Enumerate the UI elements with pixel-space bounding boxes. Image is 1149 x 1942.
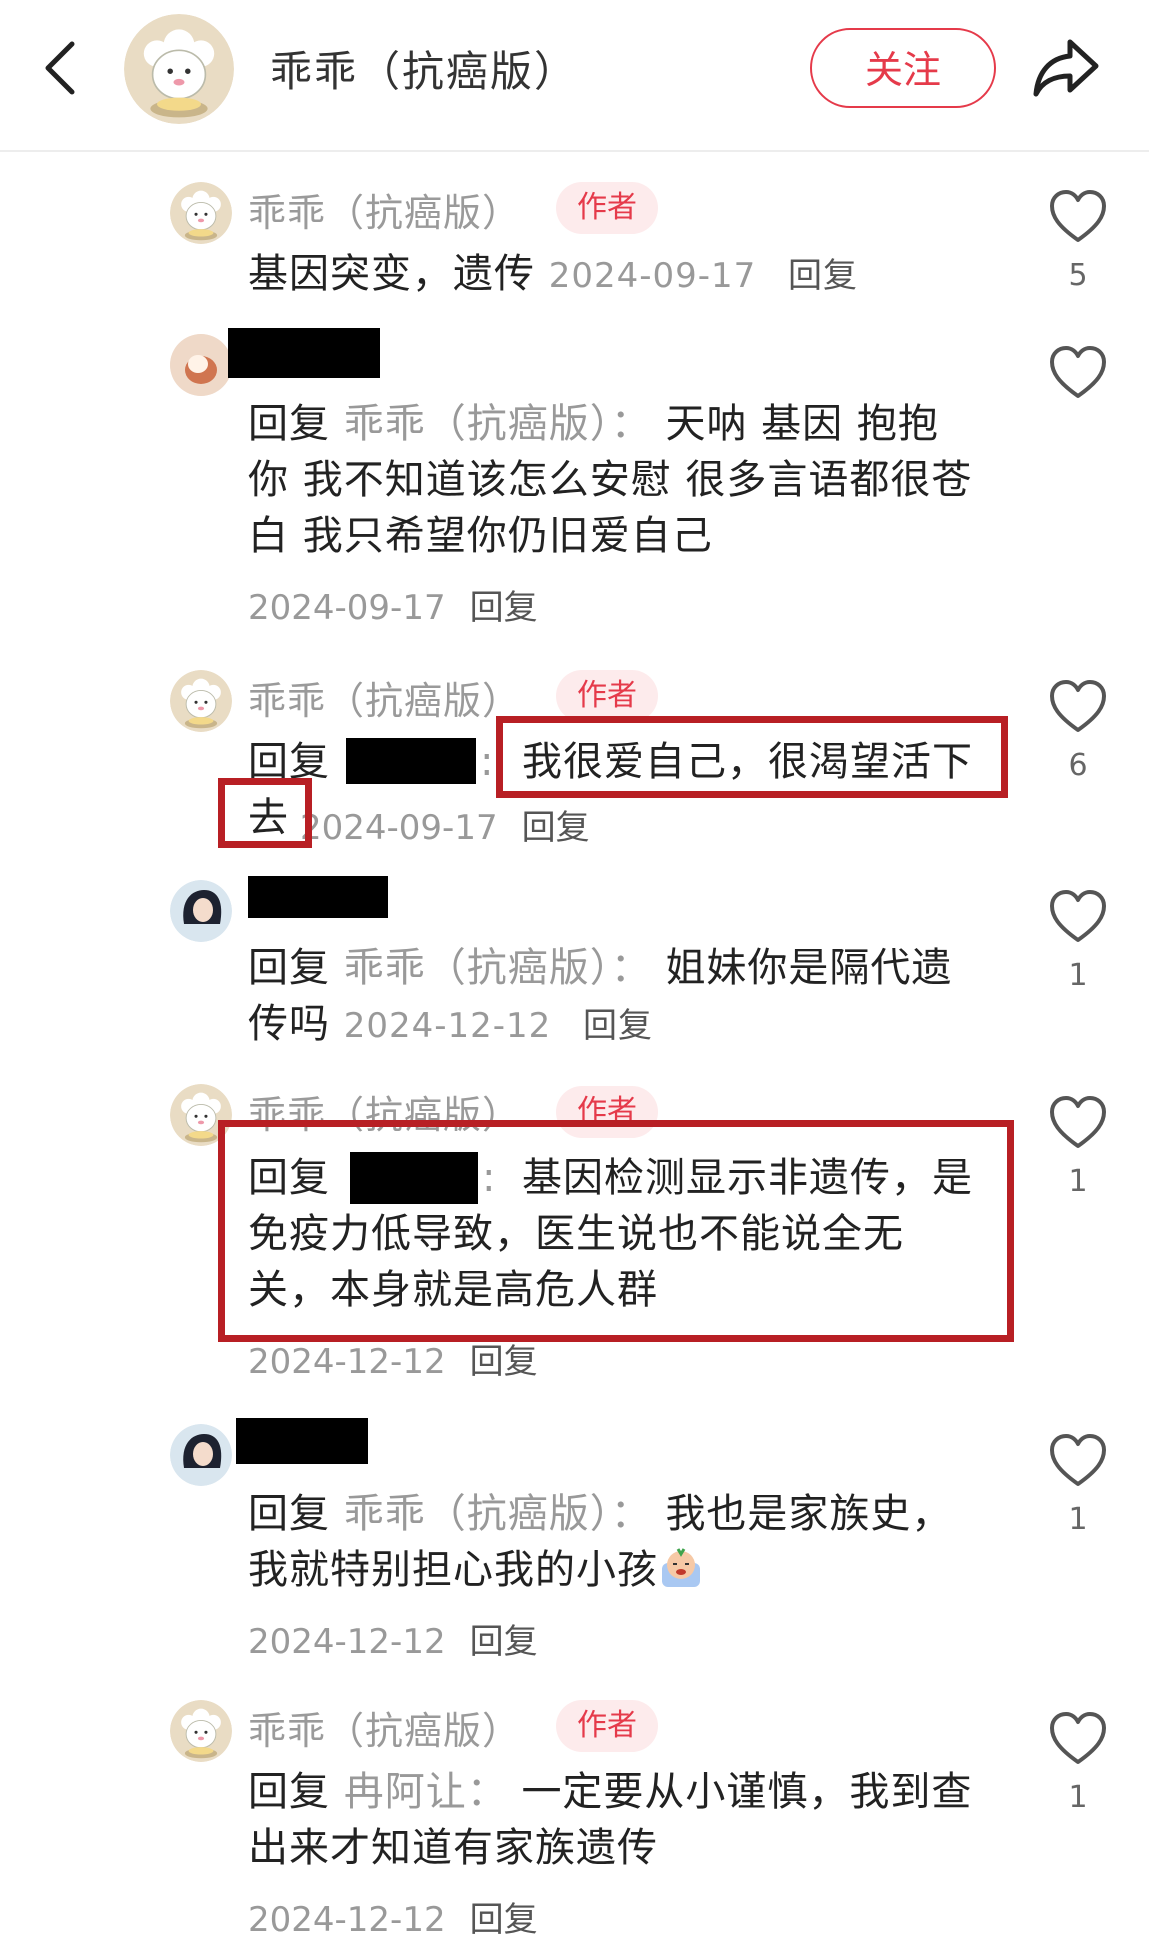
redacted-username — [346, 738, 476, 784]
comment-date: 2024-09-17 — [248, 588, 446, 628]
reply-link[interactable]: 回复 — [470, 1622, 538, 1662]
top-bar: 乖乖（抗癌版） 关注 — [0, 0, 1149, 152]
comment-date: 2024-12-12 — [248, 1622, 446, 1662]
reply-link[interactable]: 回复 — [470, 588, 538, 628]
crying-emoji-icon — [662, 1548, 700, 1587]
comment-text-line: 出来才知道有家族遗传 — [248, 1825, 658, 1871]
like-count: 6 — [1068, 748, 1088, 783]
comment-date: 2024-12-12 — [343, 1006, 552, 1046]
comment-author[interactable]: 乖乖（抗癌版） — [248, 182, 521, 237]
author-title[interactable]: 乖乖（抗癌版） — [270, 38, 578, 99]
comment-meta: 2024-09-17 回复 — [248, 580, 538, 629]
mention[interactable]: 乖乖（抗癌版） — [344, 1491, 611, 1537]
reply-link[interactable]: 回复 — [788, 256, 858, 296]
redacted-username — [236, 1418, 368, 1464]
comment-text: 回复 乖乖（抗癌版）： 我也是家族史， — [248, 1491, 953, 1537]
heart-icon[interactable] — [1048, 1710, 1108, 1768]
mention[interactable]: 乖乖（抗癌版） — [344, 401, 611, 447]
follow-button[interactable]: 关注 — [810, 28, 996, 108]
back-icon[interactable] — [40, 38, 80, 98]
comment-date: 2024-12-12 — [248, 1342, 446, 1382]
girl-avatar-icon — [170, 880, 232, 942]
heart-icon[interactable] — [1048, 678, 1108, 736]
avatar[interactable] — [170, 670, 232, 732]
comment-text: 传吗 2024-12-12 回复 — [248, 1001, 654, 1047]
mention[interactable]: 乖乖（抗癌版） — [344, 945, 611, 991]
comment-body: 基因突变，遗传 — [248, 251, 535, 297]
comment-text: 回复 乖乖（抗癌版）： 天呐 基因 抱抱 — [248, 401, 939, 447]
highlight-box — [218, 778, 312, 848]
author-avatar[interactable] — [124, 14, 234, 124]
share-icon[interactable] — [1030, 34, 1102, 100]
like-count: 1 — [1068, 958, 1088, 993]
comment-date: 2024-12-12 — [248, 1900, 446, 1940]
like-count: 5 — [1068, 258, 1088, 293]
comment-text: 回复 乖乖（抗癌版）： 姐妹你是隔代遗 — [248, 945, 953, 991]
heart-icon[interactable] — [1048, 1432, 1108, 1490]
comment-text-line: 白 我只希望你仍旧爱自己 — [248, 513, 713, 559]
like-count: 1 — [1068, 1502, 1088, 1537]
comment-text-line: 你 我不知道该怎么安慰 很多言语都很苍 — [248, 457, 973, 503]
reply-link[interactable]: 回复 — [470, 1900, 538, 1940]
comment-author[interactable]: 乖乖（抗癌版） — [248, 1700, 521, 1755]
comment-date: 2024-09-17 — [548, 256, 757, 296]
comment-meta: 2024-12-12 回复 — [248, 1892, 538, 1941]
avatar[interactable] — [170, 880, 232, 942]
comment-text: 我就特别担心我的小孩 — [248, 1542, 704, 1598]
avatar[interactable] — [170, 182, 232, 244]
author-badge: 作者 — [556, 670, 658, 722]
reply-link[interactable]: 回复 — [522, 808, 590, 848]
comment-author[interactable]: 乖乖（抗癌版） — [248, 670, 521, 725]
avatar[interactable] — [170, 1700, 232, 1762]
avatar[interactable] — [170, 334, 232, 396]
comment-text: 回复 冉阿让： 一定要从小谨慎，我到查 — [248, 1769, 973, 1815]
girl-avatar-icon — [170, 1424, 232, 1486]
colon: : — [480, 739, 495, 785]
comment-text: 基因突变，遗传 2024-09-17 回复 — [248, 246, 858, 304]
author-badge: 作者 — [556, 182, 658, 234]
redacted-username — [228, 328, 380, 378]
heart-icon[interactable] — [1048, 1094, 1108, 1152]
heart-icon[interactable] — [1048, 888, 1108, 946]
avatar[interactable] — [170, 1424, 232, 1486]
redacted-username — [248, 876, 388, 918]
reply-link[interactable]: 回复 — [470, 1342, 538, 1382]
comment-meta: 2024-12-12 回复 — [248, 1614, 538, 1663]
like-count: 1 — [1068, 1164, 1088, 1199]
heart-icon[interactable] — [1048, 344, 1108, 402]
heart-icon[interactable] — [1048, 188, 1108, 246]
mention[interactable]: 冉阿让 — [344, 1769, 467, 1815]
animal-avatar-icon — [170, 334, 232, 396]
comment-meta: 2024-09-17 回复 — [300, 800, 590, 849]
highlight-box — [496, 716, 1008, 798]
like-count: 1 — [1068, 1780, 1088, 1815]
reply-link[interactable]: 回复 — [583, 1006, 653, 1046]
highlight-border — [218, 1120, 1014, 1342]
comment-date: 2024-09-17 — [300, 808, 498, 848]
author-badge: 作者 — [556, 1700, 658, 1752]
